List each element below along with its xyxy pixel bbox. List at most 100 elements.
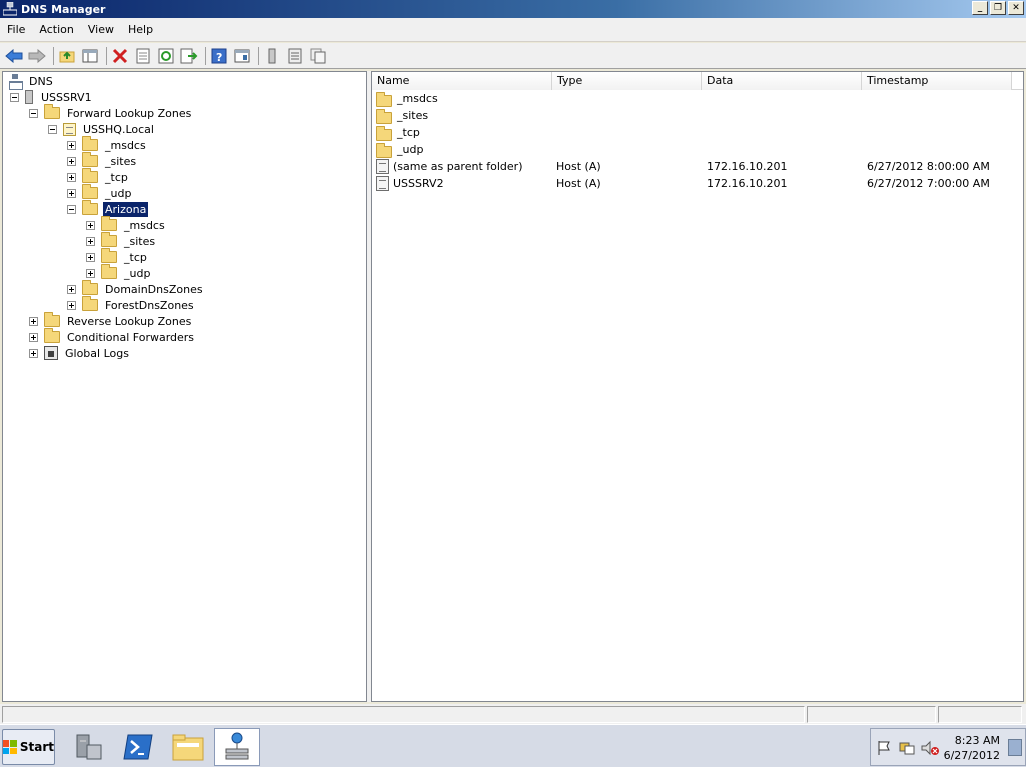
tree-item-dns[interactable]: DNS — [9, 73, 55, 90]
expand-icon[interactable] — [67, 300, 76, 310]
tree-item-conditional-forwarders[interactable]: Conditional Forwarders — [29, 328, 196, 345]
expand-icon[interactable] — [67, 156, 76, 166]
tree-item-server[interactable]: USSSRV1 — [10, 89, 94, 105]
column-header-type[interactable]: Type — [552, 72, 702, 90]
tree-item-arizona-msdcs[interactable]: _msdcs — [86, 216, 167, 233]
results-list[interactable]: Name Type Data Timestamp _msdcs _sites _… — [371, 71, 1024, 702]
expand-icon[interactable] — [29, 332, 38, 342]
back-icon[interactable] — [4, 46, 24, 66]
copy-records-icon[interactable] — [308, 46, 328, 66]
console-view-icon[interactable] — [232, 46, 252, 66]
folder-icon — [82, 200, 98, 215]
expand-icon[interactable] — [86, 252, 95, 262]
tree-item-arizona-sites[interactable]: _sites — [86, 232, 157, 249]
tree-label: DomainDnsZones — [105, 282, 203, 296]
show-hide-tree-icon[interactable] — [80, 46, 100, 66]
console-tree[interactable]: DNS USSSRV1 Forward Lookup Zones USSHQ.L… — [2, 71, 367, 702]
menu-help[interactable]: Help — [121, 18, 160, 42]
start-button[interactable]: Start — [2, 729, 55, 765]
list-item-name: _msdcs — [397, 92, 438, 105]
list-item[interactable]: _tcp — [376, 124, 420, 141]
collapse-icon[interactable] — [48, 124, 57, 134]
folder-icon — [82, 280, 98, 295]
tree-item-zone[interactable]: USSHQ.Local — [48, 121, 156, 137]
menu-view[interactable]: View — [81, 18, 121, 42]
taskbar-server-manager-icon[interactable] — [65, 728, 111, 766]
tree-item-reverse-lookup-zones[interactable]: Reverse Lookup Zones — [29, 312, 193, 329]
clock-time[interactable]: 8:23 AM — [920, 734, 1000, 747]
record-name: (same as parent folder) — [393, 160, 523, 173]
help-icon[interactable]: ? — [209, 46, 229, 66]
taskbar-dns-manager-icon[interactable] — [214, 728, 260, 766]
expand-icon[interactable] — [86, 220, 95, 230]
tree-item-forestdnszones[interactable]: ForestDnsZones — [67, 296, 196, 313]
status-bar — [0, 704, 1026, 724]
column-header-data[interactable]: Data — [702, 72, 862, 90]
tree-item-domaindnszones[interactable]: DomainDnsZones — [67, 280, 205, 297]
tree-item-arizona[interactable]: Arizona — [67, 200, 149, 217]
tree-item-arizona-tcp[interactable]: _tcp — [86, 248, 149, 265]
export-list-icon[interactable] — [179, 46, 199, 66]
tree-item-msdcs[interactable]: _msdcs — [67, 136, 148, 153]
title-bar[interactable]: DNS Manager _ ❐ ✕ — [0, 0, 1026, 18]
network-icon[interactable] — [899, 740, 915, 759]
up-folder-icon[interactable] — [57, 46, 77, 66]
clock-date[interactable]: 6/27/2012 — [920, 749, 1000, 762]
table-row[interactable]: USSSRV2 Host (A) 172.16.10.201 6/27/2012… — [376, 175, 1016, 192]
server-icon — [25, 90, 33, 104]
taskbar-explorer-icon[interactable] — [165, 728, 211, 766]
properties-icon[interactable] — [133, 46, 153, 66]
tree-label: _udp — [105, 186, 132, 200]
restore-button[interactable]: ❐ — [990, 1, 1006, 15]
folder-icon — [82, 296, 98, 311]
list-item[interactable]: _udp — [376, 141, 423, 158]
menu-file[interactable]: File — [0, 18, 32, 42]
taskbar-powershell-icon[interactable] — [115, 728, 161, 766]
menu-action[interactable]: Action — [32, 18, 80, 42]
show-desktop-button[interactable] — [1008, 739, 1022, 756]
refresh-icon[interactable] — [156, 46, 176, 66]
dns-manager-icon — [2, 1, 18, 16]
tree-label: USSSRV1 — [41, 90, 92, 104]
collapse-icon[interactable] — [10, 92, 19, 102]
expand-icon[interactable] — [67, 188, 76, 198]
record-data: 172.16.10.201 — [707, 177, 788, 190]
folder-icon — [101, 216, 117, 231]
delete-icon[interactable] — [110, 46, 130, 66]
close-button[interactable]: ✕ — [1008, 1, 1024, 15]
tree-item-sites[interactable]: _sites — [67, 152, 138, 169]
svg-text:?: ? — [216, 51, 222, 64]
folder-icon — [44, 328, 60, 343]
table-row[interactable]: (same as parent folder) Host (A) 172.16.… — [376, 158, 1016, 175]
tree-item-forward-lookup-zones[interactable]: Forward Lookup Zones — [29, 104, 193, 121]
tree-item-tcp[interactable]: _tcp — [67, 168, 130, 185]
minimize-button[interactable]: _ — [972, 1, 988, 15]
expand-icon[interactable] — [67, 284, 76, 294]
list-item[interactable]: _sites — [376, 107, 428, 124]
expand-icon[interactable] — [67, 140, 76, 150]
collapse-icon[interactable] — [29, 108, 38, 118]
column-header-name[interactable]: Name — [372, 72, 552, 90]
collapse-icon[interactable] — [67, 204, 76, 214]
expand-icon[interactable] — [86, 268, 95, 278]
status-panel — [807, 706, 936, 723]
tree-label: _udp — [124, 266, 151, 280]
tree-item-udp[interactable]: _udp — [67, 184, 133, 201]
expand-icon[interactable] — [86, 236, 95, 246]
zone-icon — [63, 122, 76, 136]
record-data: 172.16.10.201 — [707, 160, 788, 173]
forward-icon[interactable] — [27, 46, 47, 66]
expand-icon[interactable] — [67, 172, 76, 182]
tree-item-global-logs[interactable]: Global Logs — [29, 345, 131, 361]
action-center-flag-icon[interactable] — [876, 740, 892, 759]
column-header-timestamp[interactable]: Timestamp — [862, 72, 1012, 90]
list-item[interactable]: _msdcs — [376, 90, 438, 107]
tree-item-arizona-udp[interactable]: _udp — [86, 264, 152, 281]
expand-icon[interactable] — [29, 316, 38, 326]
records-icon[interactable] — [285, 46, 305, 66]
folder-icon — [101, 232, 117, 247]
expand-icon[interactable] — [29, 348, 38, 358]
server-icon[interactable] — [262, 46, 282, 66]
folder-icon — [376, 91, 392, 107]
toolbar: ? — [0, 43, 1026, 69]
